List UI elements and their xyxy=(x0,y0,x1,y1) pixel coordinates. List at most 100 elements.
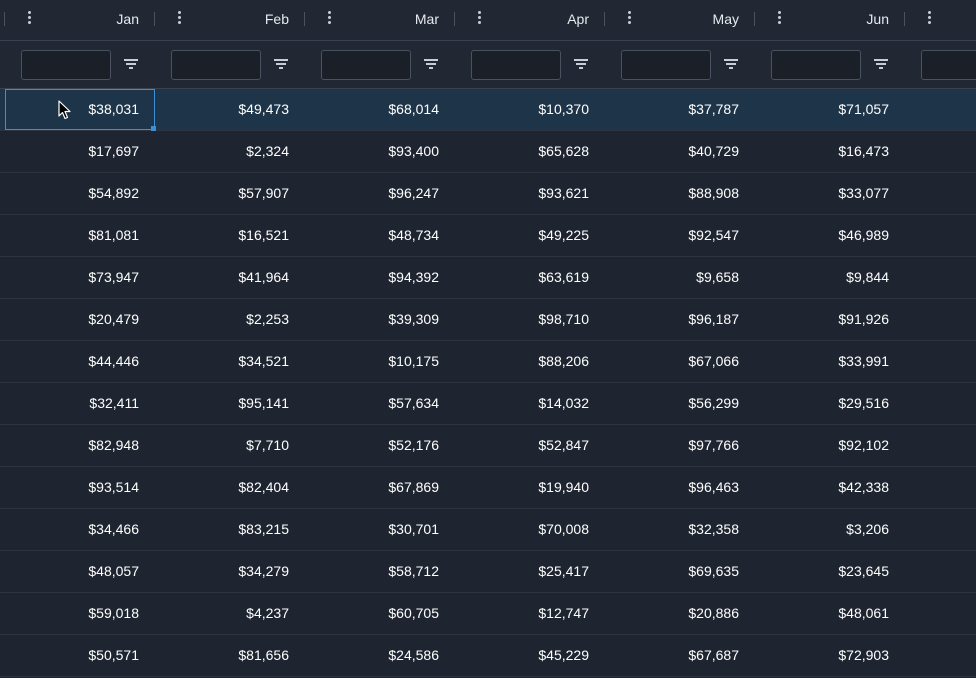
table-cell[interactable]: $3,206 xyxy=(750,509,900,550)
table-cell[interactable]: $46,989 xyxy=(750,215,900,256)
column-menu-icon[interactable] xyxy=(774,10,784,28)
table-cell[interactable]: $96,187 xyxy=(600,299,750,340)
column-menu-icon[interactable] xyxy=(474,10,484,28)
filter-icon[interactable] xyxy=(573,59,589,71)
table-cell[interactable]: $67,687 xyxy=(600,635,750,676)
table-cell[interactable]: $9,658 xyxy=(600,257,750,298)
table-cell[interactable]: $2,324 xyxy=(150,131,300,172)
table-cell[interactable]: $93,514 xyxy=(0,467,150,508)
table-row[interactable]: $20,479$2,253$39,309$98,710$96,187$91,92… xyxy=(0,299,976,341)
table-row[interactable]: $34,466$83,215$30,701$70,008$32,358$3,20… xyxy=(0,509,976,551)
column-menu-icon[interactable] xyxy=(924,10,934,28)
table-cell[interactable]: $83,215 xyxy=(150,509,300,550)
table-cell[interactable]: $44,446 xyxy=(0,341,150,382)
table-row[interactable]: $82,948$7,710$52,176$52,847$97,766$92,10… xyxy=(0,425,976,467)
table-cell[interactable]: $82,948 xyxy=(0,425,150,466)
focused-cell[interactable]: $38,031 xyxy=(5,89,155,130)
table-cell[interactable]: $17,697 xyxy=(0,131,150,172)
column-menu-icon[interactable] xyxy=(324,10,334,28)
table-cell[interactable]: $48,061 xyxy=(750,593,900,634)
table-cell[interactable]: $4,237 xyxy=(150,593,300,634)
table-row[interactable]: $81,081$16,521$48,734$49,225$92,547$46,9… xyxy=(0,215,976,257)
table-cell[interactable]: $91,926 xyxy=(750,299,900,340)
table-cell[interactable]: $92,102 xyxy=(750,425,900,466)
table-cell[interactable]: $94,392 xyxy=(300,257,450,298)
table-cell[interactable]: $54,892 xyxy=(0,173,150,214)
table-cell[interactable]: $71,057 xyxy=(750,89,900,130)
column-resize-handle[interactable] xyxy=(754,12,755,26)
column-header-feb[interactable]: Feb xyxy=(150,0,300,40)
table-row[interactable]: $17,697$2,324$93,400$65,628$40,729$16,47… xyxy=(0,131,976,173)
table-cell[interactable]: $48,734 xyxy=(300,215,450,256)
table-cell[interactable]: $10,175 xyxy=(300,341,450,382)
table-row[interactable]: $44,446$34,521$10,175$88,206$67,066$33,9… xyxy=(0,341,976,383)
table-row[interactable]: $73,947$41,964$94,392$63,619$9,658$9,844 xyxy=(0,257,976,299)
table-cell[interactable]: $39,309 xyxy=(300,299,450,340)
table-cell[interactable]: $97,766 xyxy=(600,425,750,466)
table-cell[interactable]: $20,479 xyxy=(0,299,150,340)
column-resize-handle[interactable] xyxy=(154,12,155,26)
filter-input[interactable] xyxy=(471,50,561,80)
table-cell[interactable]: $34,466 xyxy=(0,509,150,550)
table-cell[interactable]: $9,844 xyxy=(750,257,900,298)
table-cell[interactable]: $7,710 xyxy=(150,425,300,466)
table-cell[interactable]: $92,547 xyxy=(600,215,750,256)
table-cell[interactable]: $56,299 xyxy=(600,383,750,424)
filter-input[interactable] xyxy=(921,50,976,80)
table-row[interactable]: $54,892$57,907$96,247$93,621$88,908$33,0… xyxy=(0,173,976,215)
column-resize-handle[interactable] xyxy=(4,12,5,26)
table-cell[interactable]: $81,081 xyxy=(0,215,150,256)
filter-icon[interactable] xyxy=(123,59,139,71)
table-cell[interactable]: $49,473 xyxy=(150,89,300,130)
filter-input[interactable] xyxy=(621,50,711,80)
table-cell[interactable]: $63,619 xyxy=(450,257,600,298)
table-row[interactable]: $59,018$4,237$60,705$12,747$20,886$48,06… xyxy=(0,593,976,635)
column-resize-handle[interactable] xyxy=(904,12,905,26)
table-cell[interactable]: $58,712 xyxy=(300,551,450,592)
table-cell[interactable]: $49,225 xyxy=(450,215,600,256)
table-cell[interactable]: $19,940 xyxy=(450,467,600,508)
table-cell[interactable]: $25,417 xyxy=(450,551,600,592)
table-cell[interactable]: $68,014 xyxy=(300,89,450,130)
table-cell[interactable]: $16,521 xyxy=(150,215,300,256)
table-cell[interactable]: $93,621 xyxy=(450,173,600,214)
table-cell[interactable]: $20,886 xyxy=(600,593,750,634)
table-cell[interactable]: $57,907 xyxy=(150,173,300,214)
table-cell[interactable]: $41,964 xyxy=(150,257,300,298)
column-header-mar[interactable]: Mar xyxy=(300,0,450,40)
table-cell[interactable]: $23,645 xyxy=(750,551,900,592)
column-header-may[interactable]: May xyxy=(600,0,750,40)
table-cell[interactable]: $52,847 xyxy=(450,425,600,466)
filter-input[interactable] xyxy=(171,50,261,80)
table-cell[interactable]: $67,869 xyxy=(300,467,450,508)
table-cell[interactable]: $24,586 xyxy=(300,635,450,676)
column-header-jan[interactable]: Jan xyxy=(0,0,150,40)
filter-input[interactable] xyxy=(771,50,861,80)
table-cell[interactable]: $12,747 xyxy=(450,593,600,634)
table-cell[interactable]: $60,705 xyxy=(300,593,450,634)
table-cell[interactable]: $40,729 xyxy=(600,131,750,172)
filter-input[interactable] xyxy=(321,50,411,80)
table-cell[interactable]: $2,253 xyxy=(150,299,300,340)
table-cell[interactable]: $45,229 xyxy=(450,635,600,676)
table-cell[interactable]: $30,701 xyxy=(300,509,450,550)
column-menu-icon[interactable] xyxy=(24,10,34,28)
table-row[interactable]: $38,031$49,473$68,014$10,370$37,787$71,0… xyxy=(0,89,976,131)
table-cell[interactable]: $93,400 xyxy=(300,131,450,172)
column-menu-icon[interactable] xyxy=(174,10,184,28)
table-cell[interactable]: $69,635 xyxy=(600,551,750,592)
table-cell[interactable]: $98,710 xyxy=(450,299,600,340)
filter-icon[interactable] xyxy=(423,59,439,71)
table-cell[interactable]: $29,516 xyxy=(750,383,900,424)
column-header-jun[interactable]: Jun xyxy=(750,0,900,40)
table-cell[interactable]: $32,411 xyxy=(0,383,150,424)
table-row[interactable]: $93,514$82,404$67,869$19,940$96,463$42,3… xyxy=(0,467,976,509)
table-cell[interactable]: $82,404 xyxy=(150,467,300,508)
table-cell[interactable]: $37,787 xyxy=(600,89,750,130)
column-menu-icon[interactable] xyxy=(624,10,634,28)
table-cell[interactable]: $14,032 xyxy=(450,383,600,424)
table-cell[interactable]: $65,628 xyxy=(450,131,600,172)
table-cell[interactable]: $50,571 xyxy=(0,635,150,676)
table-cell[interactable]: $34,521 xyxy=(150,341,300,382)
table-cell[interactable]: $96,247 xyxy=(300,173,450,214)
